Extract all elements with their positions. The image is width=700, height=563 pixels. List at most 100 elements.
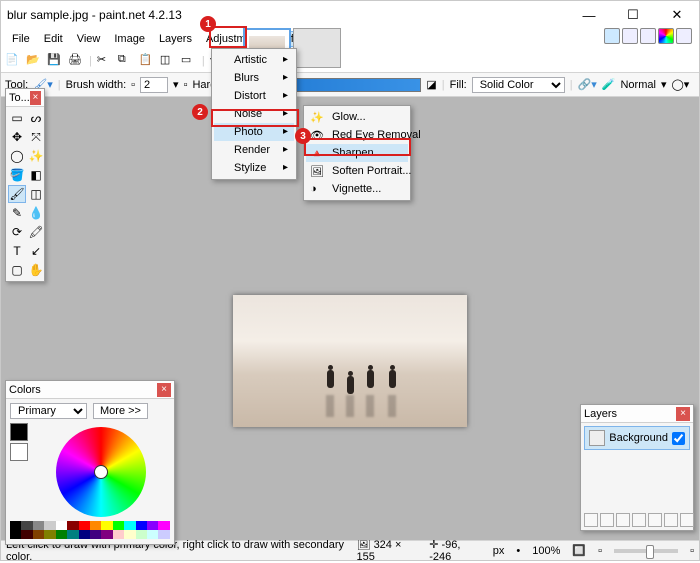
- save-icon[interactable]: 💾: [47, 53, 63, 69]
- recolor-tool[interactable]: 🖍: [27, 223, 45, 241]
- lasso-select-tool[interactable]: ᔕ: [27, 109, 45, 127]
- effects-render[interactable]: Render: [214, 141, 294, 159]
- overwrite-icon[interactable]: ◯▾: [671, 78, 689, 91]
- image-thumbnail[interactable]: [293, 28, 341, 68]
- shapes-tool[interactable]: ▢: [8, 261, 26, 279]
- zoom-in-icon[interactable]: ▫: [690, 545, 694, 557]
- palette-row[interactable]: [10, 530, 170, 539]
- effects-distort[interactable]: Distort: [214, 87, 294, 105]
- add-layer-icon[interactable]: [584, 513, 598, 527]
- rectangle-select-tool[interactable]: ▭: [8, 109, 26, 127]
- eraser-tool[interactable]: ◫: [27, 185, 45, 203]
- window-tool-toggles: [604, 28, 692, 44]
- zoom-out-icon[interactable]: ▫: [598, 545, 602, 557]
- status-zoom[interactable]: 100%: [532, 545, 560, 557]
- palette-row[interactable]: [10, 521, 170, 530]
- canvas-image[interactable]: [233, 295, 467, 427]
- deselect-icon[interactable]: ▭: [181, 53, 197, 69]
- line-tool[interactable]: ↙: [27, 242, 45, 260]
- merge-layer-icon[interactable]: [632, 513, 646, 527]
- pan-tool[interactable]: ✋: [27, 261, 45, 279]
- print-icon[interactable]: 🖨: [68, 53, 84, 69]
- annotation-box-2: [211, 109, 299, 127]
- magic-wand-tool[interactable]: ✨: [27, 147, 45, 165]
- text-tool[interactable]: T: [8, 242, 26, 260]
- secondary-color-swatch[interactable]: [10, 443, 28, 461]
- move-tool[interactable]: ✥: [8, 128, 26, 146]
- paste-icon[interactable]: 📋: [139, 53, 155, 69]
- primary-color-swatch[interactable]: [10, 423, 28, 441]
- colors-panel: Colors× Primary More >>: [5, 380, 175, 545]
- move-up-icon[interactable]: [648, 513, 662, 527]
- copy-icon[interactable]: ⧉: [118, 53, 134, 69]
- menu-file[interactable]: File: [5, 31, 37, 47]
- brush-width-input[interactable]: [140, 77, 168, 93]
- annotation-box-3: [304, 138, 411, 156]
- menu-edit[interactable]: Edit: [37, 31, 70, 47]
- layer-props-icon[interactable]: [680, 513, 694, 527]
- effects-artistic[interactable]: Artistic: [214, 51, 294, 69]
- minimize-button[interactable]: —: [567, 1, 611, 29]
- menu-layers[interactable]: Layers: [152, 31, 199, 47]
- settings-icon[interactable]: [676, 28, 692, 44]
- colors-panel-close-icon[interactable]: ×: [157, 383, 171, 397]
- move-down-icon[interactable]: [664, 513, 678, 527]
- clone-stamp-tool[interactable]: ⟳: [8, 223, 26, 241]
- crop-icon[interactable]: ◫: [160, 53, 176, 69]
- layer-visibility-checkbox[interactable]: [672, 432, 685, 445]
- color-mode-select[interactable]: Primary: [10, 403, 87, 419]
- brush-inc2-icon[interactable]: ▫: [184, 79, 188, 91]
- photo-soften[interactable]: 🖼Soften Portrait...: [306, 162, 408, 180]
- layers-panel-close-icon[interactable]: ×: [676, 407, 690, 421]
- brush-width-label: Brush width:: [66, 79, 127, 91]
- effects-stylize[interactable]: Stylize: [214, 159, 294, 177]
- vignette-icon: ◑: [310, 183, 324, 197]
- blend-icon[interactable]: 🧪: [602, 78, 616, 91]
- color-wheel[interactable]: [56, 427, 146, 517]
- move-selection-tool[interactable]: ⤧: [27, 128, 45, 146]
- close-button[interactable]: ✕: [655, 1, 699, 29]
- layer-item[interactable]: Background: [584, 426, 690, 450]
- new-icon[interactable]: 📄: [5, 53, 21, 69]
- layer-blend-icon[interactable]: 🔗▾: [578, 78, 597, 91]
- annotation-badge-1: 1: [200, 16, 216, 32]
- zoom-slider[interactable]: [614, 549, 678, 553]
- glow-icon: ✨: [310, 111, 324, 125]
- menu-image[interactable]: Image: [107, 31, 152, 47]
- aa-icon[interactable]: ◪: [426, 78, 436, 91]
- colors-more-button[interactable]: More >>: [93, 403, 148, 419]
- color-picker-tool[interactable]: 💧: [27, 204, 45, 222]
- brush-dec-icon[interactable]: ▫: [131, 79, 135, 91]
- history-toggle-icon[interactable]: [622, 28, 638, 44]
- zoom-fit-icon[interactable]: 🔲: [572, 544, 586, 557]
- effects-blurs[interactable]: Blurs: [214, 69, 294, 87]
- soften-icon: 🖼: [310, 165, 324, 179]
- annotation-badge-2: 2: [192, 104, 208, 120]
- duplicate-layer-icon[interactable]: [616, 513, 630, 527]
- tools-panel: To...× ▭ ᔕ ✥ ⤧ ◯ ✨ 🪣 ◧ 🖌 ◫ ✎ 💧 ⟳ 🖍 T ↙ ▢…: [5, 88, 45, 282]
- tools-toggle-icon[interactable]: [604, 28, 620, 44]
- tools-panel-close-icon[interactable]: ×: [30, 91, 41, 105]
- gradient-tool[interactable]: ◧: [27, 166, 45, 184]
- delete-layer-icon[interactable]: [600, 513, 614, 527]
- annotation-badge-3: 3: [295, 128, 311, 144]
- layers-toggle-icon[interactable]: [640, 28, 656, 44]
- menu-view[interactable]: View: [70, 31, 108, 47]
- photo-vignette[interactable]: ◑Vignette...: [306, 180, 408, 198]
- brush-inc-icon[interactable]: ▾: [173, 78, 179, 91]
- fill-label: Fill:: [450, 79, 467, 91]
- layer-name: Background: [609, 432, 668, 444]
- paint-bucket-tool[interactable]: 🪣: [8, 166, 26, 184]
- pencil-tool[interactable]: ✎: [8, 204, 26, 222]
- maximize-button[interactable]: ☐: [611, 1, 655, 29]
- status-coords: ✛ -96, -246: [429, 538, 481, 563]
- open-icon[interactable]: 📂: [26, 53, 42, 69]
- titlebar: blur sample.jpg - paint.net 4.2.13 — ☐ ✕: [1, 1, 699, 29]
- photo-glow[interactable]: ✨Glow...: [306, 108, 408, 126]
- status-unit[interactable]: px: [493, 545, 505, 557]
- colors-toggle-icon[interactable]: [658, 28, 674, 44]
- fill-select[interactable]: Solid Color: [472, 77, 565, 93]
- paintbrush-tool[interactable]: 🖌: [8, 185, 26, 203]
- cut-icon[interactable]: ✂: [97, 53, 113, 69]
- ellipse-select-tool[interactable]: ◯: [8, 147, 26, 165]
